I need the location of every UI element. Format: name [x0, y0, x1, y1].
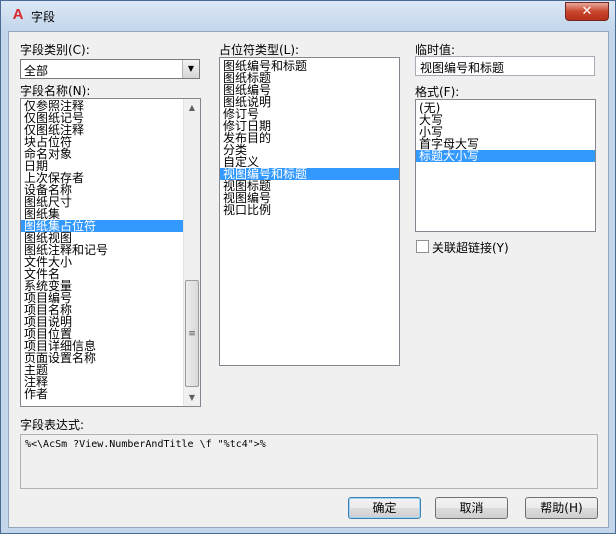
temp-value-text: 视图编号和标题 [420, 61, 505, 75]
title-bar[interactable]: A 字段 ✕ [1, 1, 615, 31]
arrow-up-icon[interactable]: ▲ [184, 99, 200, 116]
format-label: 格式(F): [415, 85, 460, 99]
field-names-scrollbar[interactable]: ▲ ≡ ▼ [183, 99, 200, 406]
dialog-body: 字段类别(C): 全部 ▼ 字段名称(N): 仅参照注释 仅图纸记号 仅图纸注释 块占… [8, 31, 609, 528]
field-names-list[interactable]: 仅参照注释 仅图纸记号 仅图纸注释 块占位符 命名对象 日期 上次保存者 设备名称 图纸尺寸 图纸… [20, 98, 201, 407]
scroll-thumb[interactable]: ≡ [185, 280, 199, 387]
chevron-down-icon[interactable]: ▼ [182, 60, 199, 78]
field-category-label: 字段类别(C): [20, 43, 90, 57]
placeholder-type-list[interactable]: 图纸编号和标题 图纸标题 图纸编号 图纸说明 修订号 修订日期 发布目的 分类 自定义 视图编号和… [219, 57, 400, 366]
hyperlink-checkbox[interactable] [416, 240, 429, 253]
placeholder-type-item[interactable]: 视口比例 [220, 204, 399, 216]
field-dialog: A 字段 ✕ 字段类别(C): 全部 ▼ 字段名称(N): 仅参照注释 仅图纸记号… [0, 0, 616, 534]
field-expression-box[interactable]: %<\AcSm ?View.NumberAndTitle \f "%tc4">% [20, 434, 598, 489]
help-button[interactable]: 帮助(H) [525, 497, 598, 519]
field-category-value: 全部 [24, 64, 49, 78]
format-item[interactable]: 标题大小写 [416, 150, 595, 162]
field-name-item[interactable]: 作者 [21, 388, 183, 400]
window-title: 字段 [31, 10, 56, 24]
format-list[interactable]: (无) 大写 小写 首字母大写 标题大小写 [415, 99, 596, 232]
autocad-app-icon: A [12, 6, 24, 23]
ok-button[interactable]: 确定 [348, 497, 421, 519]
arrow-down-icon[interactable]: ▼ [184, 389, 200, 406]
field-expression-text: %<\AcSm ?View.NumberAndTitle \f "%tc4">% [25, 439, 266, 450]
field-names-label: 字段名称(N): [20, 84, 91, 98]
hyperlink-label[interactable]: 关联超链接(Y) [432, 239, 509, 256]
field-expression-label: 字段表达式: [20, 418, 85, 432]
close-button[interactable]: ✕ [565, 2, 609, 21]
temp-value-field: 视图编号和标题 [415, 56, 595, 76]
field-category-select[interactable]: 全部 ▼ [20, 59, 200, 79]
cancel-button[interactable]: 取消 [435, 497, 508, 519]
placeholder-type-label: 占位符类型(L): [219, 43, 300, 57]
